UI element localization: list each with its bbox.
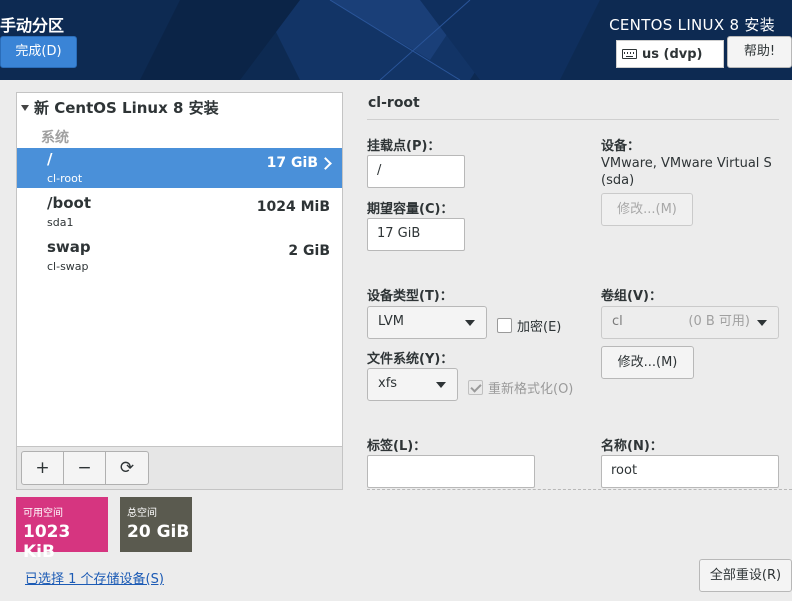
total-space-box: 总空间 20 GiB [120, 497, 192, 552]
details-separator [367, 119, 779, 120]
volume-group-value: cl [612, 314, 623, 329]
checkbox-box[interactable] [497, 318, 512, 333]
refresh-icon[interactable]: ⟳ [106, 452, 148, 484]
mount-point-label: 挂载点(P)： [367, 139, 441, 154]
partition-mount: swap [47, 238, 91, 256]
tag-label: 标签(L)： [367, 439, 427, 454]
device-label: 设备： [601, 139, 641, 154]
partition-device: cl-swap [47, 260, 89, 273]
keyboard-icon [622, 49, 637, 59]
device-description: VMware, VMware Virtual S (sda) [601, 156, 772, 188]
toolbar-button-group: + − ⟳ [21, 451, 149, 485]
done-button[interactable]: 完成(D) [0, 36, 77, 68]
available-space-label: 可用空间 [23, 508, 63, 519]
partition-toolbar: + − ⟳ [17, 446, 342, 489]
partition-row-swap[interactable]: swap cl-swap 2 GiB [17, 236, 342, 276]
partition-size: 2 GiB [288, 243, 330, 259]
add-partition-button[interactable]: + [22, 452, 64, 484]
details-title: cl-root [368, 95, 420, 111]
name-label: 名称(N)： [601, 439, 663, 454]
tree-root-title: 新 CentOS Linux 8 安装 [34, 99, 219, 117]
partition-row-root[interactable]: / cl-root 17 GiB [17, 148, 342, 188]
partition-mount: / [47, 150, 53, 168]
total-space-label: 总空间 [127, 508, 157, 519]
capacity-input[interactable]: 17 GiB [367, 218, 465, 251]
partition-mount: /boot [47, 194, 91, 212]
chevron-down-icon [465, 320, 475, 326]
filesystem-label: 文件系统(Y)： [367, 352, 454, 367]
reformat-label: 重新格式化(O) [488, 382, 574, 397]
device-modify-button[interactable]: 修改...(M) [601, 193, 693, 226]
page-title: 手动分区 [0, 16, 65, 35]
available-space-box: 可用空间 1023 KiB [16, 497, 108, 562]
partition-device: sda1 [47, 216, 74, 229]
remove-partition-button[interactable]: − [64, 452, 106, 484]
expander-triangle-icon[interactable] [21, 104, 29, 111]
total-space-value: 20 GiB [127, 522, 190, 542]
filesystem-value: xfs [378, 376, 398, 391]
tag-input[interactable] [367, 455, 535, 488]
device-type-value: LVM [378, 314, 404, 329]
partition-size: 17 GiB [266, 155, 318, 171]
device-type-combo[interactable]: LVM [367, 306, 487, 339]
section-divider [367, 489, 792, 490]
filesystem-combo[interactable]: xfs [367, 368, 458, 401]
partition-tree-panel: 新 CentOS Linux 8 安装 系统 / cl-root 17 GiB … [16, 92, 343, 490]
chevron-down-icon [436, 382, 446, 388]
chevron-down-icon [757, 320, 767, 326]
available-space-value: 1023 KiB [23, 522, 71, 562]
group-label-system: 系统 [41, 130, 69, 146]
volume-group-label: 卷组(V)： [601, 289, 662, 304]
header-bar: 手动分区 完成(D) CENTOS LINUX 8 安装 us (dvp) 帮助… [0, 0, 792, 80]
volume-group-free: (0 B 可用) [688, 314, 750, 329]
mount-point-input[interactable]: / [367, 155, 465, 188]
help-button[interactable]: 帮助! [727, 36, 792, 68]
encrypt-checkbox[interactable]: 加密(E) [497, 316, 561, 335]
selected-storage-link[interactable]: 已选择 1 个存储设备(S) [25, 568, 164, 587]
name-input[interactable]: root [601, 455, 779, 488]
keyboard-layout-label: us (dvp) [642, 46, 703, 62]
checkbox-box[interactable] [468, 380, 483, 395]
keyboard-layout-indicator[interactable]: us (dvp) [616, 40, 724, 68]
volume-group-combo[interactable]: cl (0 B 可用) [601, 306, 779, 339]
partition-row-boot[interactable]: /boot sda1 1024 MiB [17, 192, 342, 232]
reset-all-button[interactable]: 全部重设(R) [699, 559, 792, 592]
capacity-label: 期望容量(C)： [367, 202, 454, 217]
install-title: CENTOS LINUX 8 安装 [609, 16, 775, 34]
chevron-right-icon [319, 157, 332, 170]
device-type-label: 设备类型(T)： [367, 289, 453, 304]
tree-root-header[interactable]: 新 CentOS Linux 8 安装 [21, 97, 219, 118]
partition-size: 1024 MiB [256, 199, 330, 215]
reformat-checkbox[interactable]: 重新格式化(O) [468, 378, 573, 397]
encrypt-label: 加密(E) [517, 320, 562, 335]
volume-group-modify-button[interactable]: 修改...(M) [601, 346, 694, 379]
partition-device: cl-root [47, 172, 83, 185]
